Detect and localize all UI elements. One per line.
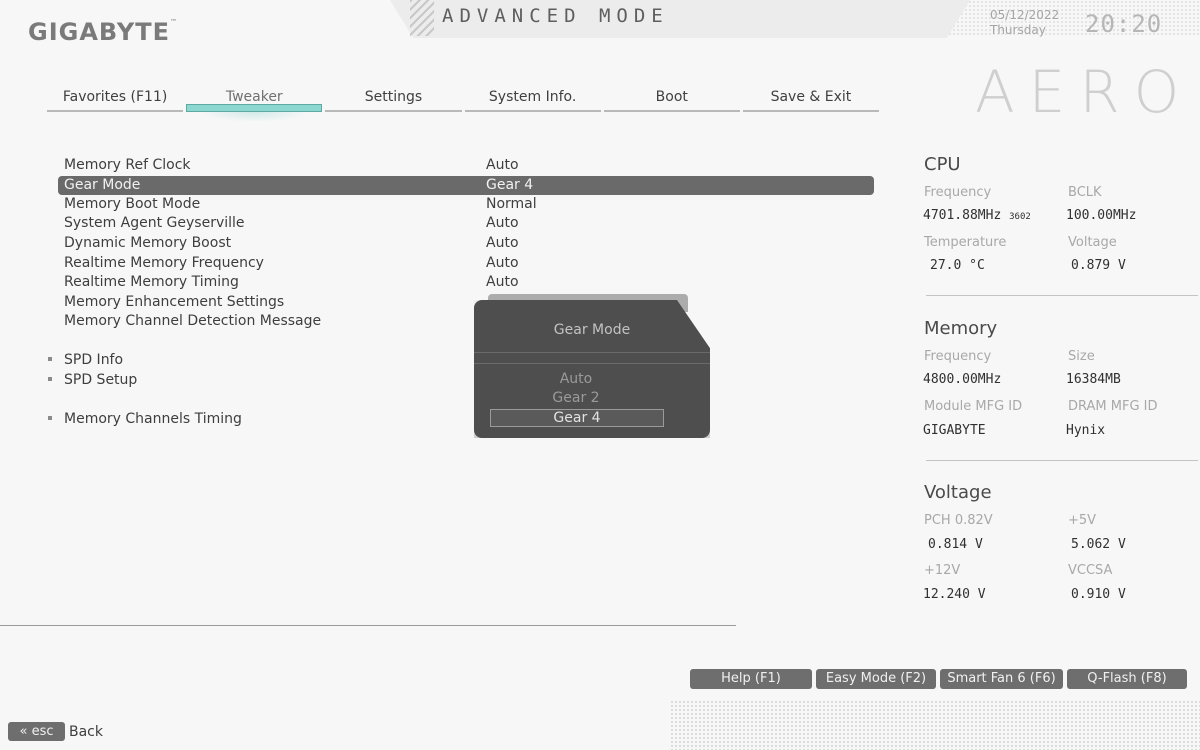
back-label[interactable]: Back xyxy=(69,724,103,740)
tab-boot[interactable]: Boot xyxy=(603,86,740,112)
gear-mode-popup: Gear Mode Auto Gear 2 Gear 4 xyxy=(474,300,710,438)
memory-section-title: Memory xyxy=(924,318,998,339)
submenu-spd-info[interactable]: SPD Info xyxy=(48,351,874,370)
popup-divider xyxy=(474,352,710,353)
module-mfg-value: GIGABYTE xyxy=(923,423,986,438)
v12-value: 12.240 V xyxy=(923,587,986,602)
panel-divider xyxy=(926,295,1198,296)
submenu-label: SPD Setup xyxy=(64,372,138,388)
setting-row-realtime-memory-timing[interactable]: Realtime Memory Timing Auto xyxy=(58,273,874,292)
dram-mfg-label: DRAM MFG ID xyxy=(1068,399,1158,414)
v5-label: +5V xyxy=(1068,513,1097,528)
cpu-temperature-label: Temperature xyxy=(924,235,1007,250)
dram-mfg-value: Hynix xyxy=(1066,423,1106,438)
setting-label: Realtime Memory Timing xyxy=(64,274,239,290)
submenu-label: SPD Info xyxy=(64,352,124,368)
setting-value: Auto xyxy=(486,235,519,251)
memory-frequency-label: Frequency xyxy=(924,349,992,364)
setting-label: Gear Mode xyxy=(64,177,141,193)
smart-fan-button[interactable]: Smart Fan 6 (F6) xyxy=(940,669,1063,689)
setting-value: Auto xyxy=(486,157,519,173)
tab-favorites[interactable]: Favorites (F11) xyxy=(47,86,184,112)
tab-settings[interactable]: Settings xyxy=(325,86,462,112)
submenu-label: Memory Channels Timing xyxy=(64,411,242,427)
popup-option-auto[interactable]: Auto xyxy=(490,371,662,387)
setting-row-dynamic-memory-boost[interactable]: Dynamic Memory Boost Auto xyxy=(58,234,874,253)
setting-value: Gear 4 xyxy=(486,177,534,193)
mode-title: ADVANCED MODE xyxy=(442,5,669,27)
setting-value: Auto xyxy=(486,274,519,290)
aero-logo: AERO xyxy=(975,58,1194,126)
popup-title: Gear Mode xyxy=(553,322,631,338)
setting-label: Memory Ref Clock xyxy=(64,157,191,173)
setting-label: System Agent Geyserville xyxy=(64,215,245,231)
cpu-voltage-label: Voltage xyxy=(1068,235,1117,250)
setting-value: Auto xyxy=(486,255,519,271)
bullet-icon xyxy=(48,416,52,420)
setting-value: Normal xyxy=(486,196,537,212)
submenu-memory-channels-timing[interactable]: Memory Channels Timing xyxy=(48,410,874,429)
setting-row-memory-ref-clock[interactable]: Memory Ref Clock Auto xyxy=(58,156,874,175)
setting-row-memory-channel-detection-message[interactable]: Memory Channel Detection Message xyxy=(58,312,874,331)
date-display: 05/12/2022 Thursday xyxy=(990,8,1059,38)
help-button[interactable]: Help (F1) xyxy=(690,669,812,689)
tab-bar: Favorites (F11) Tweaker Settings System … xyxy=(47,86,880,122)
pch-voltage-label: PCH 0.82V xyxy=(924,513,993,528)
cpu-frequency-value: 4701.88MHz 3602 xyxy=(923,208,1031,223)
tab-save-exit[interactable]: Save & Exit xyxy=(742,86,880,112)
panel-divider xyxy=(926,460,1198,461)
module-mfg-label: Module MFG ID xyxy=(924,399,1023,414)
setting-label: Memory Enhancement Settings xyxy=(64,294,285,310)
memory-frequency-value: 4800.00MHz xyxy=(923,372,1002,387)
cpu-temperature-value: 27.0 °C xyxy=(930,258,985,273)
tab-tweaker[interactable]: Tweaker xyxy=(186,86,323,122)
header-stripe xyxy=(410,0,434,36)
voltage-section-title: Voltage xyxy=(924,482,992,503)
date-text: 05/12/2022 xyxy=(990,8,1060,22)
cpu-frequency-label: Frequency xyxy=(924,185,992,200)
easy-mode-button[interactable]: Easy Mode (F2) xyxy=(816,669,936,689)
v5-value: 5.062 V xyxy=(1071,537,1126,552)
active-tab-glow xyxy=(199,112,309,122)
brand-logo: GIGABYTE™ xyxy=(28,18,179,46)
memory-size-label: Size xyxy=(1068,349,1095,364)
bullet-icon xyxy=(48,377,52,381)
popup-option-gear-2[interactable]: Gear 2 xyxy=(490,390,662,406)
memory-size-value: 16384MB xyxy=(1066,372,1121,387)
esc-key-icon[interactable]: « esc xyxy=(8,722,65,741)
tab-system-info[interactable]: System Info. xyxy=(464,86,601,112)
bullet-icon xyxy=(48,357,52,361)
setting-label: Memory Channel Detection Message xyxy=(64,313,322,329)
submenu-spd-setup[interactable]: SPD Setup xyxy=(48,371,874,390)
setting-label: Dynamic Memory Boost xyxy=(64,235,232,251)
weekday-text: Thursday xyxy=(990,23,1046,37)
clock-time: 20:20 xyxy=(1085,10,1163,38)
footer-dot-pattern xyxy=(670,700,1200,750)
popup-divider xyxy=(474,363,710,364)
vccsa-value: 0.910 V xyxy=(1071,587,1126,602)
setting-row-realtime-memory-frequency[interactable]: Realtime Memory Frequency Auto xyxy=(58,254,874,273)
vccsa-label: VCCSA xyxy=(1068,563,1113,578)
cpu-section-title: CPU xyxy=(924,154,961,175)
active-tab-indicator xyxy=(186,104,323,112)
popup-option-gear-4[interactable]: Gear 4 xyxy=(490,409,664,427)
cpu-voltage-value: 0.879 V xyxy=(1071,258,1126,273)
q-flash-button[interactable]: Q-Flash (F8) xyxy=(1067,669,1187,689)
setting-label: Memory Boot Mode xyxy=(64,196,201,212)
setting-row-gear-mode[interactable]: Gear Mode Gear 4 xyxy=(58,176,874,195)
setting-label: Realtime Memory Frequency xyxy=(64,255,264,271)
setting-row-memory-enhancement-settings[interactable]: Memory Enhancement Settings xyxy=(58,293,874,312)
cpu-bclk-value: 100.00MHz xyxy=(1066,208,1137,223)
cpu-bclk-label: BCLK xyxy=(1068,185,1102,200)
setting-row-memory-boot-mode[interactable]: Memory Boot Mode Normal xyxy=(58,195,874,214)
setting-value: Auto xyxy=(486,215,519,231)
pch-voltage-value: 0.814 V xyxy=(928,537,983,552)
bottom-divider xyxy=(0,625,736,626)
setting-row-system-agent-geyserville[interactable]: System Agent Geyserville Auto xyxy=(58,214,874,233)
v12-label: +12V xyxy=(924,563,961,578)
